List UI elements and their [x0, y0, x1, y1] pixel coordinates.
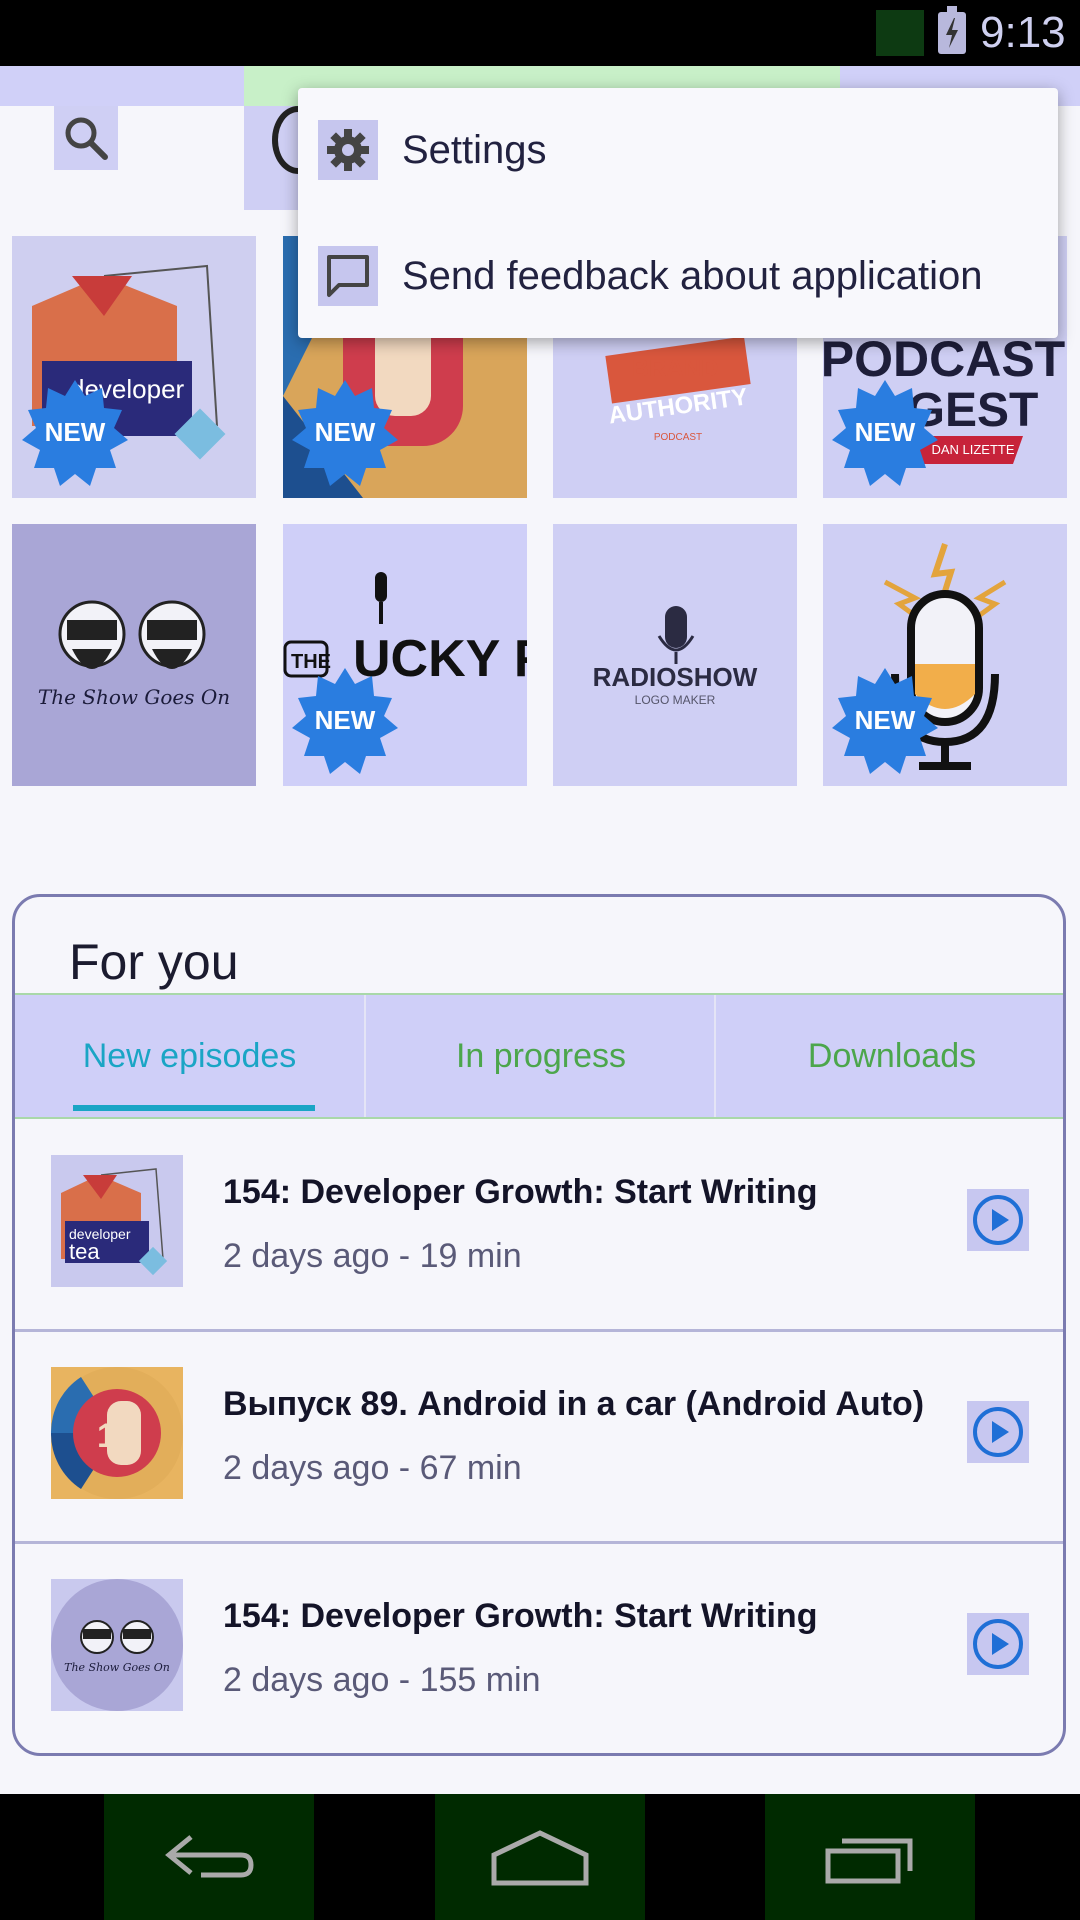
tab-downloads[interactable]: Downloads: [714, 995, 1063, 1117]
tile-text: BRAND: [632, 355, 719, 382]
tab-bar: New episodes In progress Downloads: [15, 993, 1063, 1119]
active-tab-indicator: [73, 1105, 315, 1111]
svg-text:NEW: NEW: [315, 417, 376, 447]
battery-charging-icon: [938, 6, 966, 54]
podcast-artwork: The Show Goes On: [38, 600, 230, 709]
play-button[interactable]: [967, 1401, 1029, 1463]
recent-apps-button[interactable]: [765, 1794, 975, 1920]
status-bar: 9:13: [0, 0, 1080, 66]
play-icon: [973, 1195, 1023, 1245]
search-button[interactable]: [54, 106, 118, 170]
podcast-tile[interactable]: The Show Goes On: [12, 524, 256, 786]
new-badge: NEW: [290, 666, 400, 776]
svg-text:tea: tea: [69, 1239, 100, 1264]
episode-thumbnail: 1: [51, 1367, 183, 1499]
episode-thumbnail: The Show Goes On: [51, 1579, 183, 1711]
svg-text:RADIOSHOW: RADIOSHOW: [593, 662, 758, 692]
signal-icon: [876, 10, 924, 56]
new-badge: NEW: [20, 378, 130, 488]
episode-thumbnail: developer tea: [51, 1155, 183, 1287]
menu-item-label: Settings: [402, 127, 547, 172]
play-icon: [973, 1407, 1023, 1457]
new-badge: NEW: [830, 666, 940, 776]
svg-text:NEW: NEW: [855, 705, 916, 735]
play-button[interactable]: [967, 1613, 1029, 1675]
feedback-icon: [318, 246, 378, 306]
episode-title: 154: Developer Growth: Start Writing: [223, 1173, 818, 1211]
play-button[interactable]: [967, 1189, 1029, 1251]
new-badge: NEW: [290, 378, 400, 488]
search-icon: [65, 117, 108, 160]
gear-icon: [318, 120, 378, 180]
clock: 9:13: [980, 8, 1066, 57]
svg-text:The Show Goes On: The Show Goes On: [38, 685, 230, 709]
back-icon: [165, 1835, 254, 1878]
episode-title: 154: Developer Growth: Start Writing: [223, 1597, 818, 1635]
overflow-menu: Settings Send feedback about application: [298, 88, 1058, 338]
episode-row[interactable]: 1 Выпуск 89. Android in a car (Android A…: [15, 1331, 1063, 1543]
menu-item-send-feedback[interactable]: Send feedback about application: [318, 236, 982, 316]
svg-text:NEW: NEW: [855, 417, 916, 447]
svg-text:NEW: NEW: [45, 417, 106, 447]
episode-title: Выпуск 89. Android in a car (Android Aut…: [223, 1385, 925, 1423]
episode-meta: 2 days ago - 155 min: [223, 1661, 541, 1699]
recent-apps-icon: [825, 1838, 913, 1884]
svg-text:1: 1: [97, 1417, 116, 1455]
episode-meta: 2 days ago - 67 min: [223, 1449, 522, 1487]
home-icon: [491, 1830, 589, 1886]
for-you-card: For you New episodes In progress Downloa…: [12, 894, 1066, 1756]
play-icon: [973, 1619, 1023, 1669]
episode-meta: 2 days ago - 19 min: [223, 1237, 522, 1275]
section-title: For you: [69, 934, 239, 990]
home-button[interactable]: [435, 1794, 645, 1920]
tab-new-episodes[interactable]: New episodes: [15, 995, 364, 1117]
svg-text:LOGO MAKER: LOGO MAKER: [635, 693, 716, 707]
svg-text:DAN LIZETTE: DAN LIZETTE: [931, 442, 1014, 457]
svg-text:NEW: NEW: [315, 705, 376, 735]
episode-row[interactable]: The Show Goes On 154: Developer Growth: …: [15, 1543, 1063, 1753]
navigation-bar: [0, 1794, 1080, 1920]
svg-text:The Show Goes On: The Show Goes On: [64, 1661, 170, 1674]
menu-item-label: Send feedback about application: [402, 253, 983, 298]
tab-in-progress[interactable]: In progress: [364, 995, 716, 1117]
app-logo: [244, 106, 324, 210]
new-badge: NEW: [830, 378, 940, 488]
podcast-tile[interactable]: RADIOSHOW LOGO MAKER: [553, 524, 797, 786]
episode-row[interactable]: developer tea 154: Developer Growth: Sta…: [15, 1119, 1063, 1331]
svg-text:PODCAST: PODCAST: [654, 432, 702, 443]
back-button[interactable]: [104, 1794, 314, 1920]
menu-item-settings[interactable]: Settings: [318, 110, 547, 190]
podcast-artwork: RADIOSHOW LOGO MAKER: [593, 606, 758, 707]
